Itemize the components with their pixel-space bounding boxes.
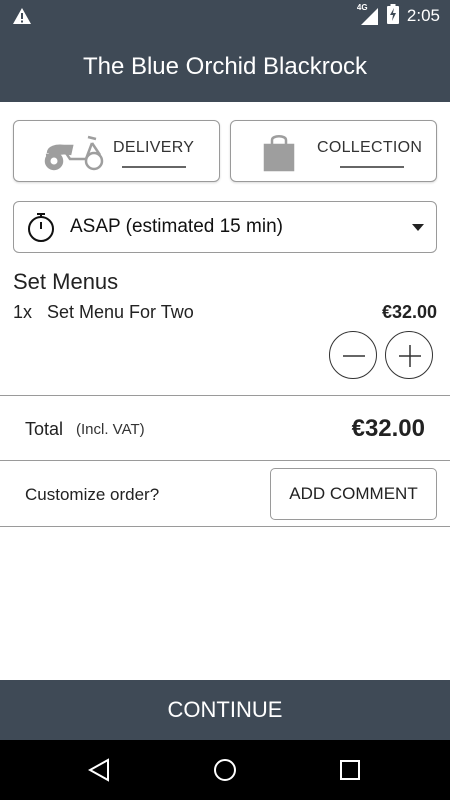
- delivery-time-select[interactable]: ASAP (estimated 15 min): [13, 201, 437, 253]
- total-label: Total: [25, 419, 64, 439]
- vat-note: (Incl. VAT): [76, 421, 145, 438]
- delivery-label: DELIVERY: [113, 139, 195, 156]
- status-bar: 4G 2:05: [0, 0, 450, 32]
- divider: [0, 526, 450, 527]
- decrease-quantity-button[interactable]: [329, 331, 377, 379]
- continue-button[interactable]: CONTINUE: [0, 680, 450, 740]
- recent-apps-icon[interactable]: [339, 758, 361, 787]
- shopping-bag-icon: [262, 131, 296, 178]
- customize-row: Customize order? ADD COMMENT: [0, 461, 450, 525]
- system-nav-bar: [0, 740, 450, 800]
- item-price: €32.00: [381, 302, 437, 322]
- customize-label: Customize order?: [25, 485, 160, 504]
- category-title: Set Menus: [13, 269, 119, 294]
- app-bar: The Blue Orchid Blackrock: [0, 32, 450, 102]
- scooter-icon: [42, 131, 108, 178]
- delivery-button[interactable]: DELIVERY: [13, 120, 220, 182]
- total-value: €32.00: [351, 415, 425, 442]
- add-comment-button[interactable]: ADD COMMENT: [270, 468, 437, 520]
- delivery-underline: [122, 166, 186, 168]
- cart-item: 1x Set Menu For Two €32.00: [13, 302, 437, 326]
- restaurant-title: The Blue Orchid Blackrock: [82, 53, 368, 80]
- back-icon[interactable]: [87, 758, 110, 787]
- total-row: Total (Incl. VAT) €32.00: [0, 396, 450, 460]
- stopwatch-icon: [26, 211, 56, 248]
- signal-icon: 4G: [357, 3, 379, 26]
- minus-icon: [343, 355, 365, 357]
- collection-underline: [340, 166, 404, 168]
- collection-button[interactable]: COLLECTION: [230, 120, 437, 182]
- clock: 2:05: [406, 6, 440, 25]
- home-icon[interactable]: [213, 758, 237, 787]
- plus-icon: [399, 345, 421, 367]
- collection-label: COLLECTION: [317, 139, 423, 156]
- battery-icon: [386, 3, 399, 29]
- item-name: Set Menu For Two: [47, 302, 194, 322]
- chevron-down-icon: [412, 224, 424, 231]
- warning-icon: [12, 7, 32, 30]
- delivery-time-value: ASAP (estimated 15 min): [70, 216, 283, 237]
- increase-quantity-button[interactable]: [385, 331, 433, 379]
- item-quantity: 1x: [13, 302, 33, 322]
